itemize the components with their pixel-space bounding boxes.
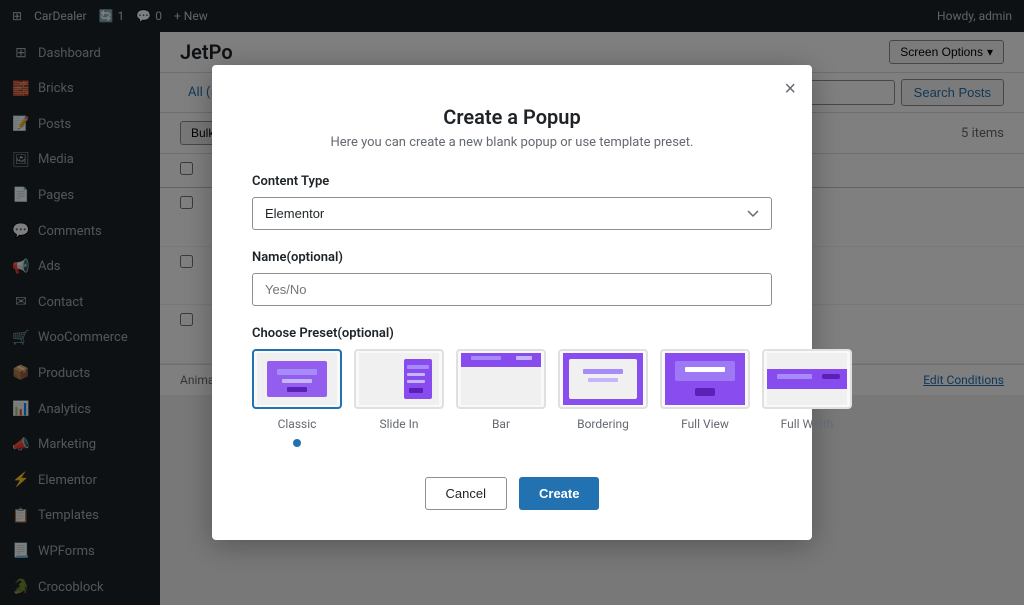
- preset-fullview-label: Full View: [681, 417, 729, 431]
- modal-subtitle: Here you can create a new blank popup or…: [252, 135, 772, 150]
- name-label: Name(optional): [252, 250, 772, 265]
- preset-slide-in[interactable]: Slide In: [354, 349, 444, 447]
- preset-slidein-thumb: [354, 349, 444, 409]
- preset-classic[interactable]: Classic: [252, 349, 342, 447]
- name-group: Name(optional): [252, 250, 772, 306]
- name-input[interactable]: [252, 273, 772, 306]
- content-type-label: Content Type: [252, 174, 772, 189]
- preset-full-width[interactable]: Full Width: [762, 349, 852, 447]
- modal-overlay: × Create a Popup Here you can create a n…: [0, 0, 1024, 605]
- preset-label: Choose Preset(optional): [252, 326, 772, 341]
- preset-bar-label: Bar: [492, 417, 510, 431]
- preset-fullview-thumb: [660, 349, 750, 409]
- preset-bar-thumb: [456, 349, 546, 409]
- modal-title: Create a Popup: [252, 105, 772, 129]
- preset-classic-label: Classic: [278, 417, 317, 431]
- preset-bar[interactable]: Bar: [456, 349, 546, 447]
- create-button[interactable]: Create: [519, 477, 599, 510]
- content-type-select[interactable]: Elementor: [252, 197, 772, 230]
- modal-close-button[interactable]: ×: [784, 79, 796, 99]
- create-popup-modal: × Create a Popup Here you can create a n…: [212, 65, 812, 540]
- preset-bordering-thumb: [558, 349, 648, 409]
- preset-full-view[interactable]: Full View: [660, 349, 750, 447]
- preset-classic-thumb: [252, 349, 342, 409]
- preset-fullwidth-thumb: [762, 349, 852, 409]
- preset-slidein-label: Slide In: [380, 417, 419, 431]
- preset-group: Choose Preset(optional) Classic: [252, 326, 772, 447]
- presets-grid: Classic Slide: [252, 349, 772, 447]
- preset-bordering-label: Bordering: [577, 417, 629, 431]
- preset-bordering[interactable]: Bordering: [558, 349, 648, 447]
- preset-selected-indicator: [293, 439, 301, 447]
- content-type-group: Content Type Elementor: [252, 174, 772, 230]
- modal-actions: Cancel Create: [252, 477, 772, 510]
- cancel-button[interactable]: Cancel: [425, 477, 507, 510]
- preset-fullwidth-label: Full Width: [781, 417, 834, 431]
